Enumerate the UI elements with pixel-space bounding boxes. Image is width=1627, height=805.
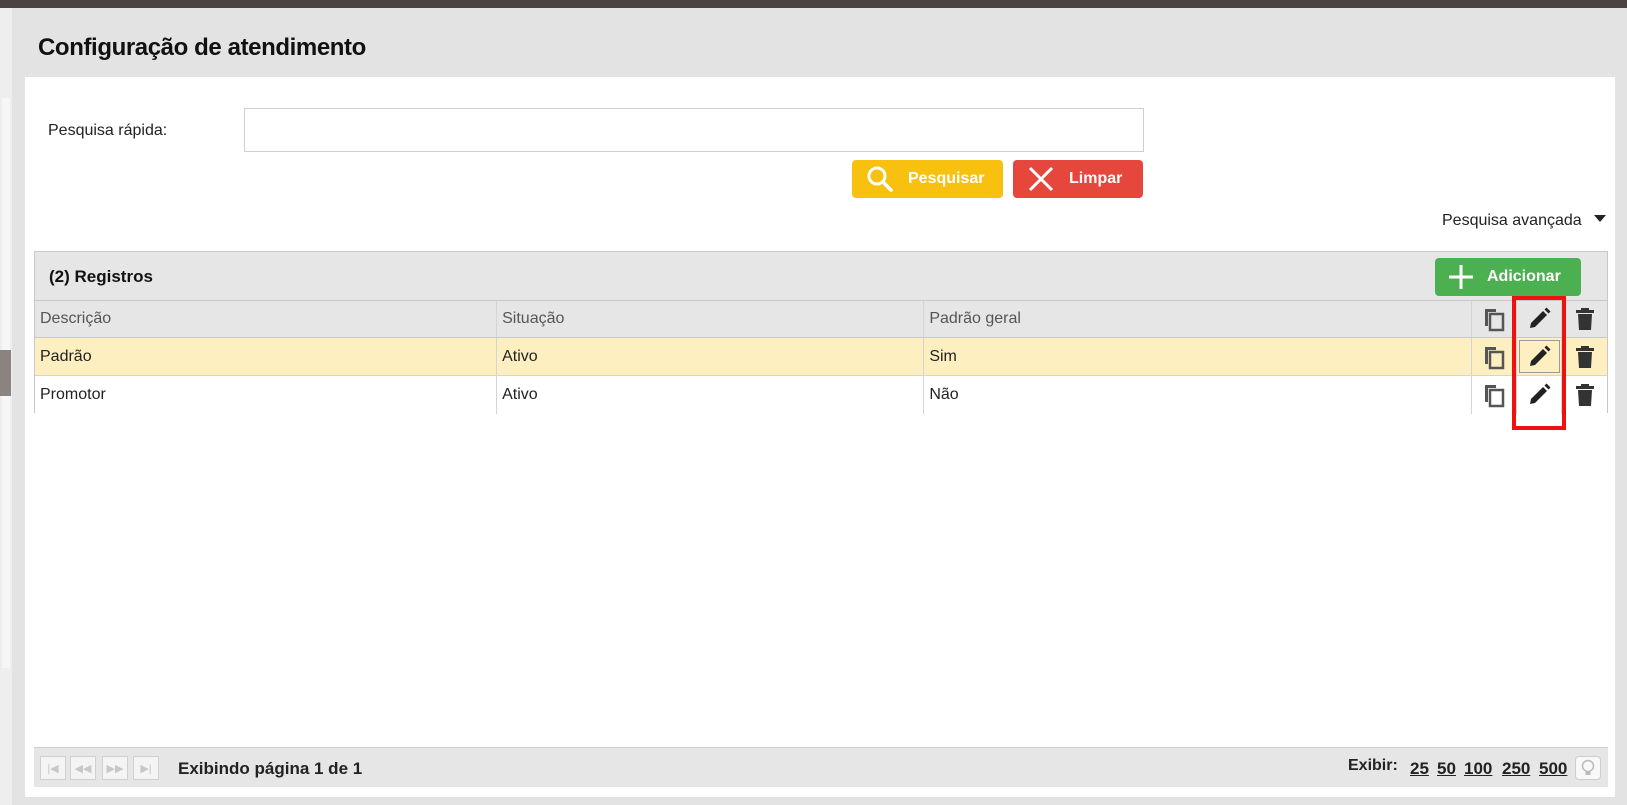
header-delete-cell [1562, 301, 1607, 337]
records-grid: (2) Registros Adicionar Descrição Situaç… [34, 251, 1608, 414]
previous-page-button[interactable]: ◀◀ [70, 756, 96, 780]
copy-icon [1485, 309, 1505, 332]
edit-button[interactable] [1517, 338, 1563, 375]
copy-button[interactable] [1472, 338, 1518, 375]
page-size-25[interactable]: 25 [1410, 759, 1429, 779]
search-button-label: Pesquisar [908, 170, 985, 187]
close-icon [1028, 166, 1054, 192]
content-panel [25, 77, 1615, 797]
cell-descricao: Padrão [35, 338, 498, 375]
table-row[interactable]: Promotor Ativo Não [35, 376, 1607, 414]
clear-button[interactable]: Limpar [1013, 160, 1143, 198]
page-size-250[interactable]: 250 [1502, 759, 1530, 779]
page-size-50[interactable]: 50 [1437, 759, 1456, 779]
left-scrollbar[interactable] [0, 8, 12, 805]
cell-descricao: Promotor [35, 376, 498, 414]
trash-icon [1575, 384, 1594, 406]
edit-icon [1530, 307, 1551, 328]
copy-icon [1485, 385, 1505, 408]
cell-padrao-geral: Sim [924, 338, 1473, 375]
grid-footer: |◀ ◀◀ ▶▶ ▶| Exibindo página 1 de 1 Exibi… [34, 747, 1608, 787]
advanced-search-label: Pesquisa avançada [1442, 212, 1582, 229]
previous-page-icon: ◀◀ [74, 762, 92, 775]
column-header-situacao[interactable]: Situação [497, 301, 925, 337]
add-button[interactable]: Adicionar [1435, 258, 1581, 296]
column-header-padrao-geral[interactable]: Padrão geral [924, 301, 1473, 337]
delete-button[interactable] [1562, 376, 1607, 414]
copy-button[interactable] [1472, 376, 1518, 414]
page-size-label: Exibir: [1348, 757, 1398, 774]
plus-icon [1449, 265, 1473, 289]
record-count: (2) Registros [49, 267, 153, 286]
search-button[interactable]: Pesquisar [852, 160, 1003, 198]
add-button-label: Adicionar [1487, 268, 1561, 285]
copy-icon [1485, 346, 1505, 369]
next-page-icon: ▶▶ [106, 762, 124, 775]
edit-button[interactable] [1517, 376, 1563, 414]
header-copy-cell [1472, 301, 1518, 337]
edit-icon [1530, 345, 1551, 366]
cell-padrao-geral: Não [924, 376, 1473, 414]
grid-caption: (2) Registros Adicionar [35, 252, 1607, 301]
column-header-descricao[interactable]: Descrição [35, 301, 498, 337]
caret-down-icon [1593, 214, 1606, 222]
edit-icon [1530, 383, 1551, 404]
page-size-100[interactable]: 100 [1464, 759, 1492, 779]
delete-button[interactable] [1562, 338, 1607, 375]
page-info: Exibindo página 1 de 1 [178, 759, 363, 778]
tips-button[interactable] [1575, 756, 1601, 780]
next-page-button[interactable]: ▶▶ [102, 756, 128, 780]
quick-search-label: Pesquisa rápida: [48, 122, 168, 139]
cell-situacao: Ativo [497, 376, 925, 414]
trash-icon [1575, 345, 1594, 368]
lightbulb-icon [1581, 759, 1595, 775]
table-row[interactable]: Padrão Ativo Sim [35, 338, 1607, 376]
quick-search-input[interactable] [244, 108, 1144, 152]
trash-icon [1575, 308, 1594, 330]
top-bar [0, 0, 1627, 8]
header-edit-cell [1517, 301, 1563, 337]
first-page-button[interactable]: |◀ [40, 756, 66, 780]
last-page-icon: ▶| [140, 762, 152, 775]
table-header: Descrição Situação Padrão geral [35, 301, 1607, 338]
clear-button-label: Limpar [1069, 170, 1123, 187]
last-page-button[interactable]: ▶| [133, 756, 159, 780]
scrollbar-thumb[interactable] [0, 350, 11, 396]
cell-situacao: Ativo [497, 338, 925, 375]
search-icon [867, 166, 893, 192]
advanced-search-toggle[interactable]: Pesquisa avançada [1442, 212, 1606, 230]
page-title: Configuração de atendimento [38, 34, 366, 61]
page-size-500[interactable]: 500 [1539, 759, 1567, 779]
first-page-icon: |◀ [47, 762, 59, 775]
